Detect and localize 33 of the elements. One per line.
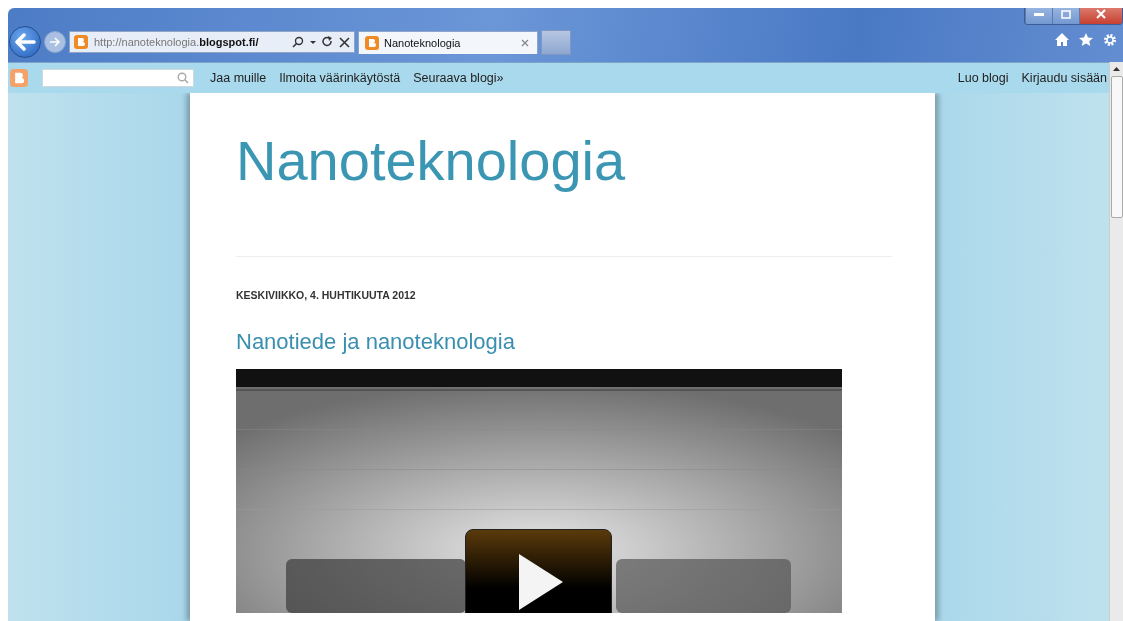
- new-tab-button[interactable]: [541, 29, 571, 55]
- forward-arrow-icon: [49, 37, 61, 47]
- home-icon[interactable]: [1055, 33, 1069, 46]
- stop-icon[interactable]: [339, 36, 350, 48]
- post-date: KESKIVIIKKO, 4. HUHTIKUUTA 2012: [236, 289, 417, 301]
- maximize-icon: [1061, 9, 1071, 19]
- scrollbar[interactable]: [1109, 62, 1123, 621]
- browser-tab[interactable]: Nanoteknologia: [358, 30, 538, 54]
- settings-icon[interactable]: [1103, 33, 1117, 47]
- blogger-icon[interactable]: [10, 69, 28, 87]
- close-icon[interactable]: [521, 38, 529, 47]
- nav-link[interactable]: Jaa muille: [210, 71, 267, 85]
- blog-icon: [74, 35, 88, 49]
- back-arrow-icon: [14, 33, 36, 51]
- post-title[interactable]: Nanotiede ja nanoteknologia: [236, 329, 935, 355]
- play-button[interactable]: [465, 529, 612, 613]
- close-icon: [1096, 9, 1106, 19]
- blog-icon: [365, 35, 379, 50]
- refresh-icon[interactable]: [322, 36, 333, 48]
- scroll-up-icon[interactable]: [1113, 67, 1120, 71]
- forward-button[interactable]: [44, 31, 66, 53]
- address-bar[interactable]: http://nanoteknologia.blogspot.fi/: [69, 31, 355, 53]
- minimize-icon: [1034, 12, 1044, 16]
- nav-link[interactable]: Luo blogi: [957, 71, 1009, 85]
- url-text: http://nanoteknologia.blogspot.fi/: [94, 36, 260, 48]
- nav-link[interactable]: Ilmoita väärinkäytöstä: [279, 71, 401, 85]
- star-icon[interactable]: [1079, 33, 1093, 46]
- nav-link[interactable]: Kirjaudu sisään: [1021, 71, 1107, 85]
- scrollbar-thumb[interactable]: [1110, 76, 1123, 218]
- nav-link[interactable]: Seuraava blogi»: [413, 71, 504, 85]
- search-icon[interactable]: [292, 36, 304, 48]
- search-field[interactable]: [42, 69, 194, 87]
- back-button[interactable]: [9, 26, 41, 58]
